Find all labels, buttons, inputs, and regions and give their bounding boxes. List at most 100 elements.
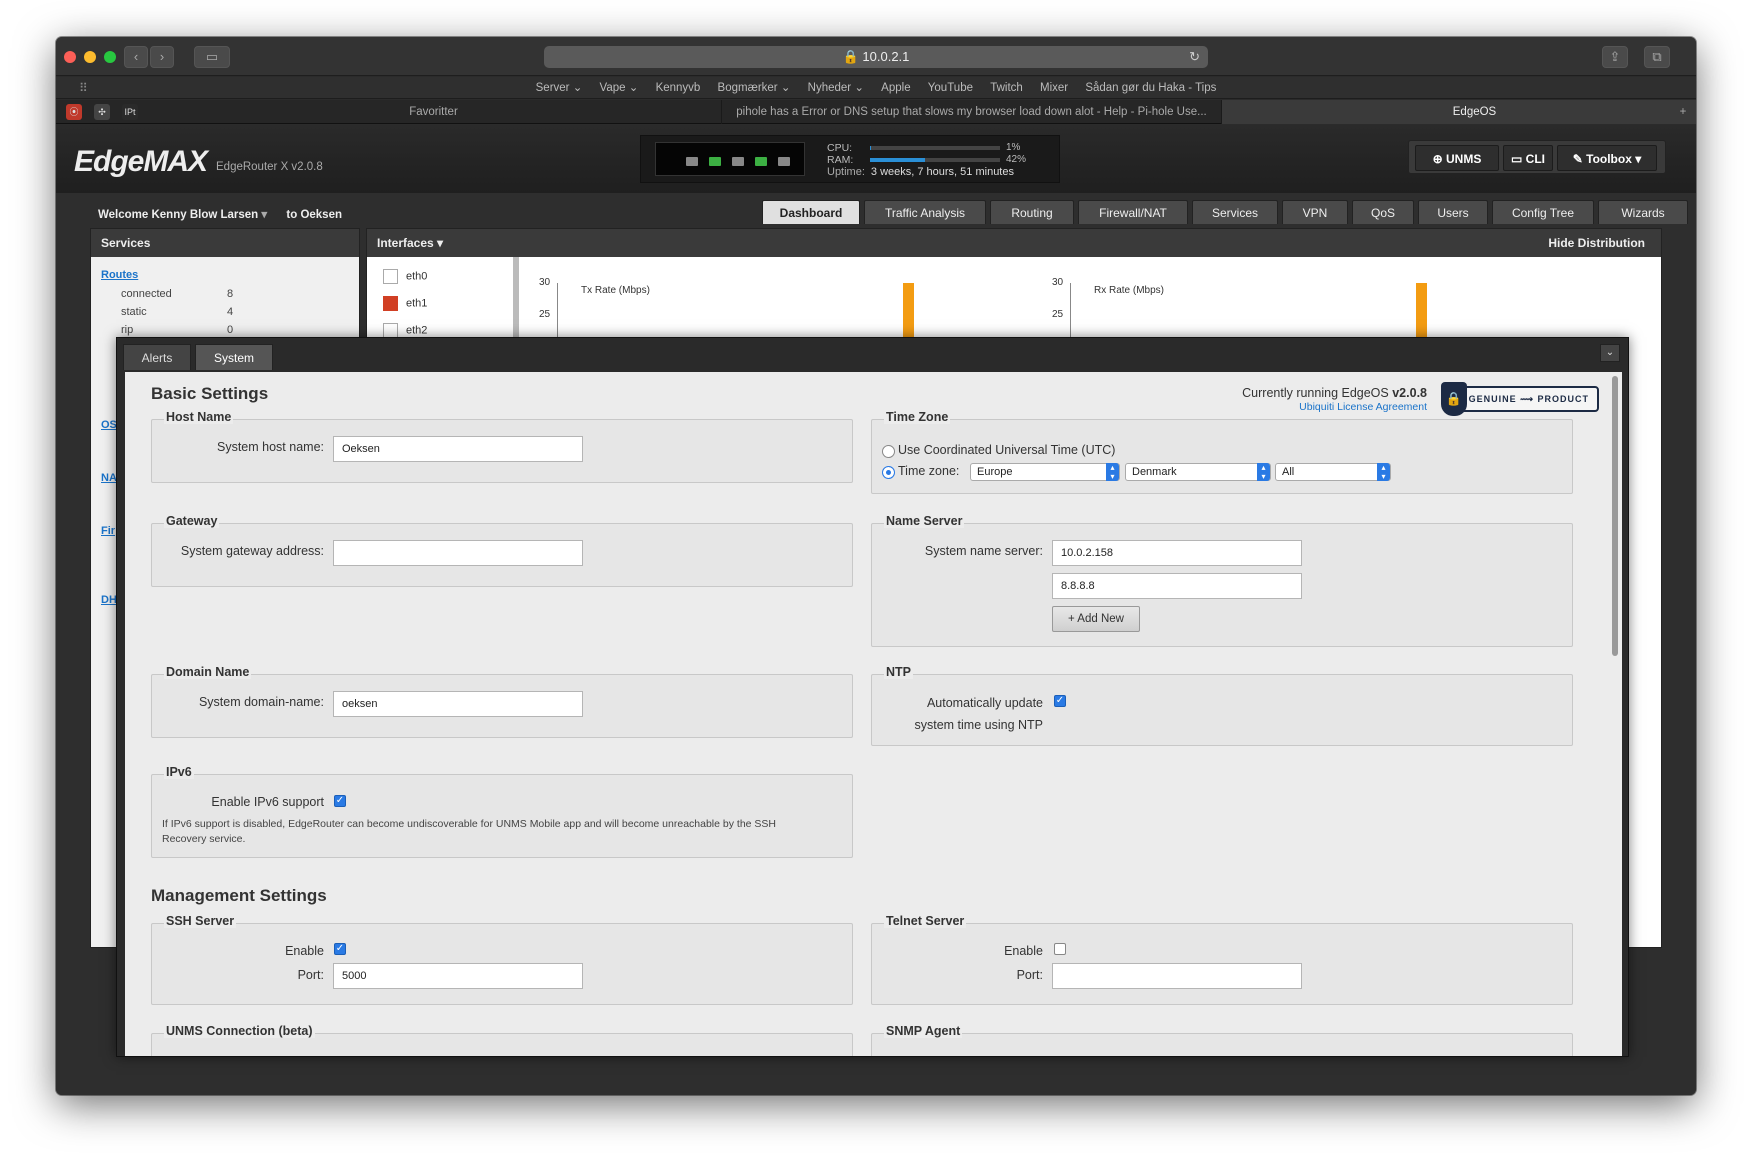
interface-eth1[interactable]: eth1 xyxy=(383,296,427,311)
ntp-checkbox[interactable]: ✓ xyxy=(1054,695,1066,707)
bookmark-youtube[interactable]: YouTube xyxy=(928,82,973,94)
reload-icon[interactable]: ↻ xyxy=(1189,46,1200,68)
telnet-port-input[interactable] xyxy=(1052,963,1302,989)
unms-button[interactable]: ⊕ UNMS xyxy=(1415,145,1499,171)
bookmark-mixer[interactable]: Mixer xyxy=(1040,82,1068,94)
new-tab-button[interactable]: + xyxy=(1670,100,1696,124)
pinned-tab-icon[interactable]: IPt xyxy=(122,104,138,120)
utc-radio[interactable] xyxy=(882,445,895,458)
timezone-city-select[interactable]: Denmark▴▾ xyxy=(1125,463,1271,481)
unms-legend: UNMS Connection (beta) xyxy=(164,1024,315,1038)
forward-button[interactable]: › xyxy=(150,46,174,68)
interfaces-title[interactable]: Interfaces xyxy=(377,236,434,250)
timezone-region-select[interactable]: Europe▴▾ xyxy=(970,463,1120,481)
interface-swatch xyxy=(383,323,398,338)
system-dialog: Alerts System ⌄ Basic Settings Currently… xyxy=(116,337,1629,1057)
minimize-window-icon[interactable] xyxy=(84,51,96,63)
timezone-radio[interactable] xyxy=(882,466,895,479)
y-tick-label: 25 xyxy=(539,309,550,320)
license-link[interactable]: Ubiquiti License Agreement xyxy=(1227,401,1427,413)
tab-wizards[interactable]: Wizards xyxy=(1598,200,1688,224)
bookmark-haka[interactable]: Sådan gør du Haka - Tips xyxy=(1085,82,1216,94)
tabs-overview-icon[interactable]: ⧉ xyxy=(1644,46,1670,68)
sidebar-toggle-icon[interactable]: ▭ xyxy=(194,46,230,68)
user-menu[interactable]: Welcome Kenny Blow Larsen xyxy=(98,209,258,221)
cli-button[interactable]: ▭ CLI xyxy=(1503,145,1553,171)
timezone-legend: Time Zone xyxy=(884,410,950,424)
badge-text: GENUINE ⟿ PRODUCT xyxy=(1469,394,1589,404)
apps-grid-icon[interactable]: ⠿ xyxy=(79,77,88,99)
close-window-icon[interactable] xyxy=(64,51,76,63)
domain-label: System domain-name: xyxy=(152,695,324,709)
bookmark-twitch[interactable]: Twitch xyxy=(990,82,1023,94)
bookmark-bogmaerker[interactable]: Bogmærker ⌄ xyxy=(718,82,791,94)
cpu-percent: 1% xyxy=(1006,142,1020,153)
chevron-down-icon[interactable]: ▾ xyxy=(261,209,267,221)
tab-alerts[interactable]: Alerts xyxy=(123,344,191,370)
nameserver-input-2[interactable]: 8.8.8.8 xyxy=(1052,573,1302,599)
tab-qos[interactable]: QoS xyxy=(1352,200,1414,224)
bookmark-kennyvb[interactable]: Kennyvb xyxy=(656,82,701,94)
interface-eth2[interactable]: eth2 xyxy=(383,323,427,338)
add-nameserver-button[interactable]: + Add New xyxy=(1052,606,1140,632)
interface-name: eth2 xyxy=(406,324,427,336)
uptime-value: 3 weeks, 7 hours, 51 minutes xyxy=(871,166,1014,178)
tab-favoritter[interactable]: Favoritter xyxy=(146,100,722,124)
tab-config-tree[interactable]: Config Tree xyxy=(1492,200,1594,224)
timezone-fieldset: Time Zone Use Coordinated Universal Time… xyxy=(871,419,1573,494)
bookmark-server[interactable]: Server ⌄ xyxy=(536,82,583,94)
port-icon xyxy=(778,157,790,166)
tab-vpn[interactable]: VPN xyxy=(1282,200,1348,224)
bookmark-vape[interactable]: Vape ⌄ xyxy=(600,82,639,94)
title-bar: ‹ › ▭ 🔒 10.0.2.1↻ ⇪ ⧉ xyxy=(56,37,1696,76)
share-icon[interactable]: ⇪ xyxy=(1602,46,1628,68)
port-status-box xyxy=(655,142,805,176)
port-icon xyxy=(709,157,721,166)
tab-system[interactable]: System xyxy=(195,344,273,370)
route-count: 0 xyxy=(227,324,233,336)
tab-edgeos[interactable]: EdgeOS xyxy=(1222,100,1696,124)
timezone-filter-select[interactable]: All▴▾ xyxy=(1275,463,1391,481)
dialog-scrollbar[interactable] xyxy=(1612,376,1618,656)
bookmark-apple[interactable]: Apple xyxy=(881,82,910,94)
pinned-tab-icon[interactable]: ✣ xyxy=(94,104,110,120)
tab-firewall-nat[interactable]: Firewall/NAT xyxy=(1078,200,1188,224)
tab-dashboard[interactable]: Dashboard xyxy=(762,200,860,224)
nat-link[interactable]: NA xyxy=(101,472,117,484)
hide-distribution-button[interactable]: Hide Distribution xyxy=(1548,229,1645,257)
gateway-input[interactable] xyxy=(333,540,583,566)
ospf-link[interactable]: OS xyxy=(101,419,117,431)
dhcp-link[interactable]: DH xyxy=(101,594,117,606)
routes-link[interactable]: Routes xyxy=(101,269,138,281)
chart-title: Rx Rate (Mbps) xyxy=(1094,285,1164,296)
ipv6-checkbox[interactable]: ✓ xyxy=(334,795,346,807)
pinned-tab-icon[interactable]: ⦿ xyxy=(66,104,82,120)
cpu-meter xyxy=(870,146,1000,150)
tab-services[interactable]: Services xyxy=(1192,200,1278,224)
collapse-icon[interactable]: ⌄ xyxy=(1600,344,1620,362)
tab-users[interactable]: Users xyxy=(1418,200,1488,224)
hostname-input[interactable]: Oeksen xyxy=(333,436,583,462)
zoom-window-icon[interactable] xyxy=(104,51,116,63)
address-bar[interactable]: 🔒 10.0.2.1↻ xyxy=(544,46,1208,68)
telnet-enable-checkbox[interactable] xyxy=(1054,943,1066,955)
route-count: 4 xyxy=(227,306,233,318)
port-icon xyxy=(686,157,698,166)
cpu-label: CPU: xyxy=(827,142,853,154)
tab-pihole[interactable]: pihole has a Error or DNS setup that slo… xyxy=(722,100,1222,124)
tab-routing[interactable]: Routing xyxy=(990,200,1074,224)
ssh-enable-checkbox[interactable]: ✓ xyxy=(334,943,346,955)
hostname-fieldset: Host Name System host name: Oeksen xyxy=(151,419,853,483)
chevron-down-icon[interactable]: ▾ xyxy=(437,236,443,250)
tab-traffic-analysis[interactable]: Traffic Analysis xyxy=(864,200,986,224)
route-name: static xyxy=(121,306,147,318)
domain-input[interactable]: oeksen xyxy=(333,691,583,717)
ssh-port-input[interactable]: 5000 xyxy=(333,963,583,989)
firewall-link[interactable]: Fir xyxy=(101,525,115,537)
version-number: v2.0.8 xyxy=(1392,386,1427,400)
interface-eth0[interactable]: eth0 xyxy=(383,269,427,284)
back-button[interactable]: ‹ xyxy=(124,46,148,68)
nameserver-input-1[interactable]: 10.0.2.158 xyxy=(1052,540,1302,566)
toolbox-button[interactable]: ✎ Toolbox ▾ xyxy=(1557,145,1657,171)
bookmark-nyheder[interactable]: Nyheder ⌄ xyxy=(808,82,864,94)
